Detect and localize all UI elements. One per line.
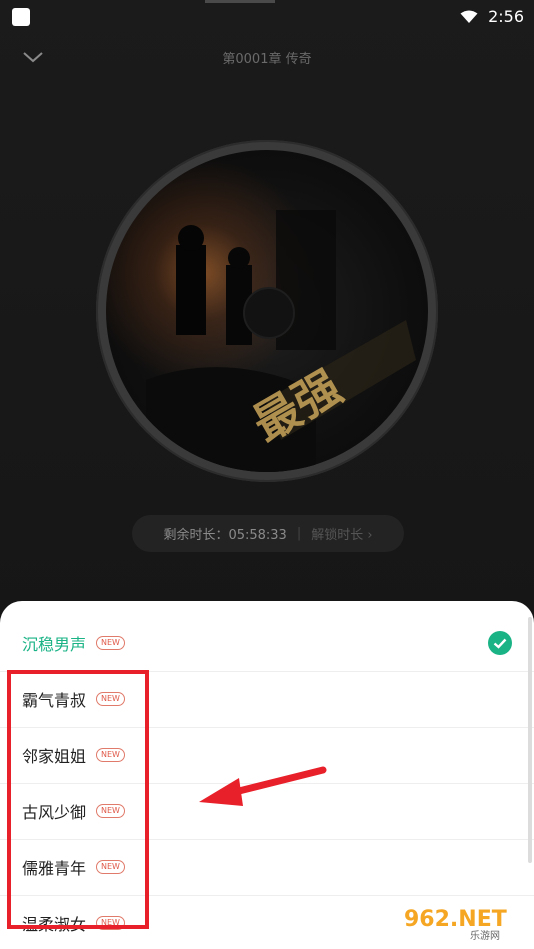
remaining-time-pill: 剩余时长：05:58:33 | 解锁时长 › (132, 515, 404, 552)
chapter-title: 第0001章 传奇 (222, 52, 312, 67)
status-bar-right: 2:56 (460, 7, 524, 26)
timer-separator: | (296, 526, 302, 541)
album-disc: 最强 (96, 140, 438, 482)
watermark-sub: 乐游网 (470, 929, 500, 942)
watermark-graphic: 962.NET 乐游网 (396, 900, 530, 942)
status-bar: 2:56 (0, 0, 534, 36)
selected-check-icon (488, 631, 512, 655)
book-cover-art: 最强 (106, 150, 428, 472)
sheet-scrollbar[interactable] (528, 617, 532, 863)
status-bar-notch (205, 0, 275, 3)
new-badge: NEW (96, 636, 125, 650)
watermark-brand: 962.NET (404, 907, 507, 932)
voice-option-label: 沉稳男声 (22, 635, 87, 654)
voice-option[interactable]: 沉稳男声 NEW (0, 615, 534, 672)
wifi-icon (460, 10, 478, 23)
status-time: 2:56 (488, 7, 524, 26)
watermark-logo: 962.NET 乐游网 (396, 898, 530, 944)
annotation-arrow-icon (199, 766, 327, 806)
unlock-time-button[interactable]: 解锁时长 › (311, 524, 372, 543)
remaining-time-label: 剩余时长：05:58:33 (163, 528, 287, 543)
highlight-box (7, 670, 149, 929)
app-notification-icon (12, 8, 30, 26)
disc-spindle (243, 287, 295, 339)
